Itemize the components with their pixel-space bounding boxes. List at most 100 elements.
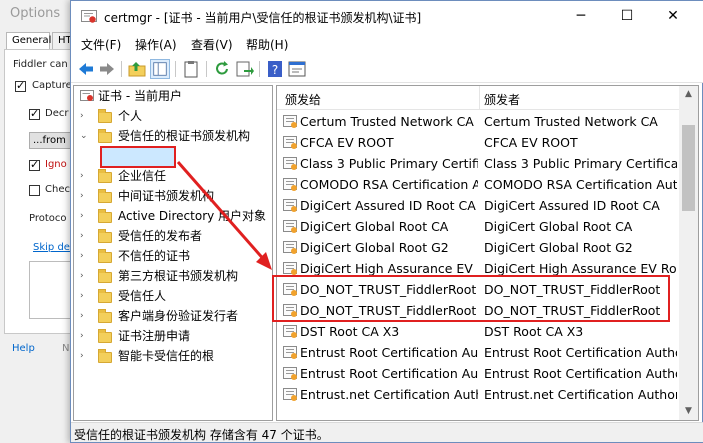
protocols-label: Protoco bbox=[29, 213, 67, 224]
check-checkbox[interactable] bbox=[29, 185, 40, 196]
certificate-row[interactable]: Entrust Root Certification Auth... Entrus… bbox=[277, 342, 679, 363]
folder-icon bbox=[98, 229, 112, 243]
tree-item-label: 中间证书颁发机构 bbox=[118, 189, 215, 203]
ignore-checkbox[interactable] bbox=[29, 158, 40, 171]
certificate-store-icon bbox=[80, 90, 94, 101]
tree-item[interactable]: › 智能卡受信任的根 bbox=[74, 346, 272, 366]
help-book-icon[interactable]: ? bbox=[265, 59, 285, 79]
folder-icon bbox=[98, 169, 112, 183]
tree-item[interactable]: › 受信任人 bbox=[74, 286, 272, 306]
menu-action[interactable]: 操作(A) bbox=[135, 36, 177, 53]
scroll-down-icon[interactable]: ▼ bbox=[679, 403, 698, 420]
forward-arrow-icon[interactable] bbox=[97, 59, 117, 79]
collapse-chevron-icon[interactable]: ⌄ bbox=[80, 126, 88, 146]
clipboard-icon[interactable] bbox=[181, 59, 201, 79]
certificate-icon bbox=[283, 115, 297, 128]
folder-icon bbox=[98, 189, 112, 203]
certificate-row[interactable]: COMODO RSA Certification Auth... COMODO R… bbox=[277, 174, 679, 195]
properties-icon[interactable] bbox=[287, 59, 307, 79]
certificate-row[interactable]: Class 3 Public Primary Certificati... Cla… bbox=[277, 153, 679, 174]
minimize-button[interactable]: ─ bbox=[558, 1, 604, 31]
partial-button[interactable]: N bbox=[62, 343, 69, 354]
tab-general[interactable]: General bbox=[6, 32, 51, 50]
expand-chevron-icon[interactable]: › bbox=[80, 266, 84, 286]
certificate-list[interactable]: 颁发给 颁发者 Certum Trusted Network CA Certum … bbox=[276, 85, 699, 421]
options-panel: Fiddler can Capture Decr ...from Igno Ch… bbox=[4, 49, 73, 334]
fiddler-options-window: Options General HT Fiddler can Capture D… bbox=[0, 0, 73, 443]
up-folder-icon[interactable] bbox=[127, 59, 147, 79]
column-issued-to[interactable]: 颁发给 bbox=[285, 91, 321, 108]
expand-chevron-icon[interactable]: › bbox=[80, 286, 84, 306]
certificate-row[interactable]: CFCA EV ROOT CFCA EV ROOT bbox=[277, 132, 679, 153]
certificate-row[interactable]: DigiCert Assured ID Root CA DigiCert Assu… bbox=[277, 195, 679, 216]
folder-icon bbox=[98, 209, 112, 223]
folder-icon bbox=[98, 289, 112, 303]
expand-chevron-icon[interactable]: › bbox=[80, 186, 84, 206]
svg-text:?: ? bbox=[272, 63, 278, 77]
expand-chevron-icon[interactable]: › bbox=[80, 346, 84, 366]
issued-by-cell: Entrust Root Certification Authority bbox=[484, 345, 677, 360]
certificate-row[interactable]: DigiCert Global Root CA DigiCert Global R… bbox=[277, 216, 679, 237]
tree-item-label: 第三方根证书颁发机构 bbox=[118, 269, 239, 283]
tree-item[interactable]: › 客户端身份验证发行者 bbox=[74, 306, 272, 326]
tree-item[interactable]: › 证书注册申请 bbox=[74, 326, 272, 346]
certificate-icon bbox=[283, 136, 297, 149]
tree-root-label: 证书 - 当前用户 bbox=[98, 89, 182, 103]
issued-by-cell: Certum Trusted Network CA bbox=[484, 114, 658, 129]
tree-item-label: 受信任的发布者 bbox=[118, 229, 203, 243]
certificate-row[interactable]: Entrust.net Certification Autho... Entrus… bbox=[277, 384, 679, 405]
decrypt-checkbox[interactable] bbox=[29, 107, 40, 120]
expand-chevron-icon[interactable]: › bbox=[80, 106, 84, 126]
menu-bar: 文件(F) 操作(A) 查看(V) 帮助(H) bbox=[71, 33, 703, 55]
maximize-button[interactable]: ☐ bbox=[604, 1, 650, 31]
certificate-row[interactable]: DST Root CA X3 DST Root CA X3 bbox=[277, 321, 679, 342]
tree-item[interactable]: › 第三方根证书颁发机构 bbox=[74, 266, 272, 286]
tree-item-label: Active Directory 用户对象 bbox=[118, 209, 267, 223]
scrollbar-thumb[interactable] bbox=[682, 125, 695, 211]
tree-item[interactable]: › 受信任的发布者 bbox=[74, 226, 272, 246]
certificate-row[interactable]: Entrust Root Certification Auth... Entrus… bbox=[277, 363, 679, 384]
expand-chevron-icon[interactable]: › bbox=[80, 326, 84, 346]
from-select[interactable]: ...from bbox=[29, 132, 73, 149]
back-arrow-icon[interactable] bbox=[76, 59, 96, 79]
certificate-icon bbox=[283, 178, 297, 191]
issued-by-cell: Entrust Root Certification Authority bbox=[484, 366, 677, 381]
capture-checkbox[interactable] bbox=[15, 79, 26, 92]
vertical-scrollbar[interactable]: ▲ ▼ bbox=[679, 86, 698, 420]
tree-item[interactable]: › 中间证书颁发机构 bbox=[74, 186, 272, 206]
close-button[interactable]: ✕ bbox=[650, 1, 696, 31]
tree-pane[interactable]: 证书 - 当前用户 ›个人⌄受信任的根证书颁发机构证书›企业信任›中间证书颁发机… bbox=[73, 85, 273, 421]
skip-hosts-textarea[interactable] bbox=[29, 261, 73, 319]
title-bar: certmgr - [证书 - 当前用户\受信任的根证书颁发机构\证书] ─ ☐… bbox=[71, 1, 703, 33]
tree-item[interactable]: › 企业信任 bbox=[74, 166, 272, 186]
menu-help[interactable]: 帮助(H) bbox=[246, 36, 288, 53]
scroll-up-icon[interactable]: ▲ bbox=[679, 86, 698, 103]
skip-decryption-link[interactable]: Skip de bbox=[33, 242, 70, 253]
tree-item[interactable]: › 个人 bbox=[74, 106, 272, 126]
expand-chevron-icon[interactable]: › bbox=[80, 226, 84, 246]
status-text: 受信任的根证书颁发机构 存储含有 47 个证书。 bbox=[74, 428, 329, 442]
tree-item[interactable]: ⌄ 受信任的根证书颁发机构 bbox=[74, 126, 272, 146]
fiddler-cert-highlight-box bbox=[272, 275, 670, 322]
menu-view[interactable]: 查看(V) bbox=[191, 36, 233, 53]
tree-item[interactable]: › Active Directory 用户对象 bbox=[74, 206, 272, 226]
tree-item[interactable]: › 不信任的证书 bbox=[74, 246, 272, 266]
show-tree-icon[interactable] bbox=[150, 59, 170, 79]
refresh-icon[interactable] bbox=[212, 59, 232, 79]
certificate-row[interactable]: DigiCert Global Root G2 DigiCert Global R… bbox=[277, 237, 679, 258]
export-list-icon[interactable] bbox=[234, 59, 254, 79]
help-link[interactable]: Help bbox=[12, 343, 35, 354]
expand-chevron-icon[interactable]: › bbox=[80, 246, 84, 266]
tree-item-label: 个人 bbox=[118, 109, 143, 123]
issued-to-cell: COMODO RSA Certification Auth... bbox=[300, 177, 478, 192]
tab-https[interactable]: HT bbox=[52, 32, 72, 50]
tree-item-label: 受信任的根证书颁发机构 bbox=[118, 129, 251, 143]
list-header: 颁发给 颁发者 bbox=[277, 86, 679, 110]
menu-file[interactable]: 文件(F) bbox=[81, 36, 121, 53]
expand-chevron-icon[interactable]: › bbox=[80, 166, 84, 186]
certificate-row[interactable]: Certum Trusted Network CA Certum Trusted … bbox=[277, 111, 679, 132]
expand-chevron-icon[interactable]: › bbox=[80, 206, 84, 226]
expand-chevron-icon[interactable]: › bbox=[80, 306, 84, 326]
column-issued-by[interactable]: 颁发者 bbox=[484, 91, 520, 108]
certificate-icon bbox=[283, 157, 297, 170]
